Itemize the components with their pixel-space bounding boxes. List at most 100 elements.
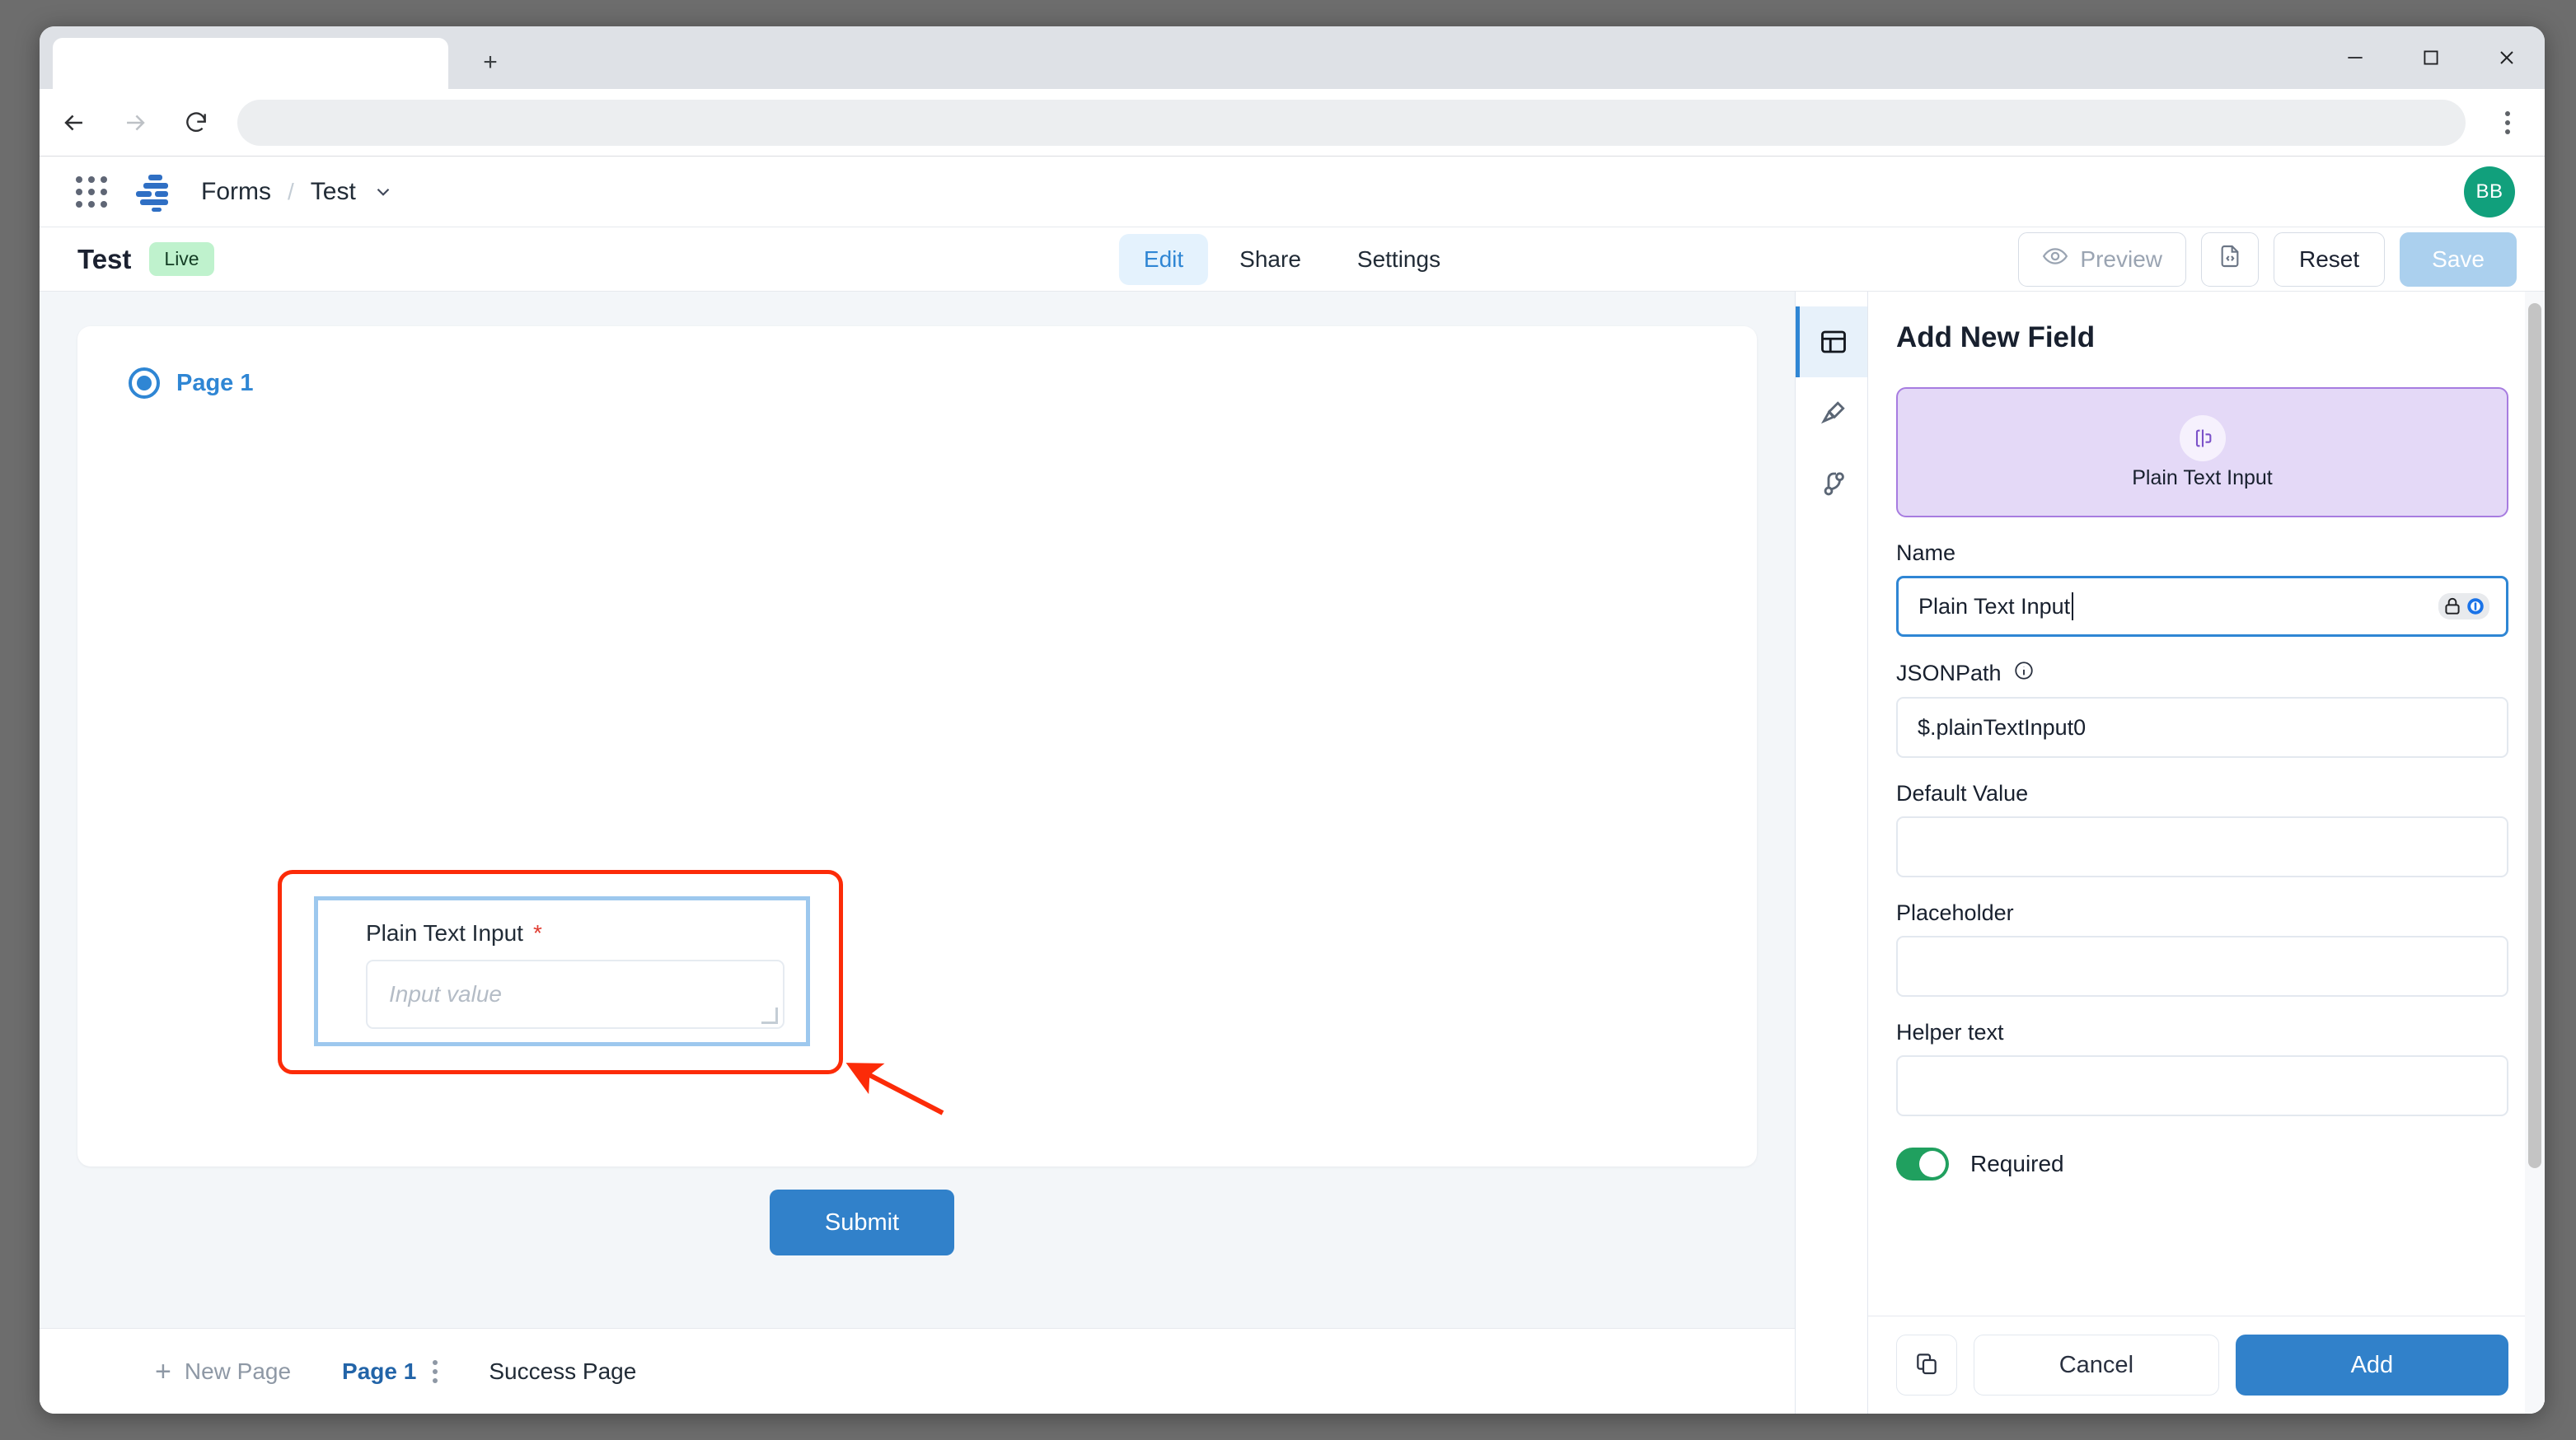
panel-scrollbar-thumb[interactable] [2528,303,2541,1168]
forms-logo-icon[interactable] [130,171,176,213]
plus-icon: + [483,49,498,76]
form-field-label: Plain Text Input * [366,920,542,947]
panel-icon-rail [1796,292,1868,1414]
preview-button[interactable]: Preview [2018,231,2187,287]
lock-icon [2445,597,2460,615]
back-button[interactable] [48,96,101,149]
field-type-card[interactable]: Plain Text Input [1896,387,2508,517]
default-value-input[interactable] [1896,816,2508,877]
name-input-value: Plain Text Input [1918,593,2071,619]
plain-text-input-icon [2179,414,2226,461]
jsonpath-label-text: JSONPath [1896,661,2002,685]
page-header-row[interactable]: Page 1 [77,326,1757,399]
code-file-button[interactable] [2201,231,2260,287]
form-field-label-text: Plain Text Input [366,920,523,946]
rail-item-style[interactable] [1796,377,1867,448]
placeholder-input[interactable] [1896,936,2508,997]
field-type-label: Plain Text Input [2132,465,2273,489]
default-value-label: Default Value [1896,781,2029,806]
code-file-icon [2217,243,2243,275]
name-label: Name [1896,540,1956,565]
preview-label: Preview [2080,245,2163,272]
view-tabs: Edit Share Settings [1118,233,1465,285]
rail-item-layout[interactable] [1796,306,1867,377]
page-tab-success-page[interactable]: Success Page [489,1358,636,1385]
panel-scrollbar-track[interactable] [2525,292,2545,1414]
browser-tab[interactable] [53,38,448,89]
page-options-icon[interactable] [433,1359,438,1383]
plus-icon: + [155,1355,171,1387]
required-toggle[interactable] [1896,1148,1949,1181]
form-canvas-area: Page 1 Plain Text Input * Input value Su… [40,292,1795,1414]
page-radio-icon [129,367,160,399]
panel-footer: Cancel Add [1868,1316,2545,1414]
jsonpath-label: JSONPath [1896,660,2508,687]
browser-tab-strip: + [40,26,2545,89]
browser-window: + Forms / Test BB Test Live Edit Share S… [40,26,2545,1414]
browser-toolbar [40,89,2545,157]
header-actions: Preview Reset Save [2018,231,2517,287]
minimize-button[interactable] [2317,26,2393,89]
maximize-button[interactable] [2393,26,2469,89]
page-title: Test [77,243,132,274]
new-tab-button[interactable]: + [472,44,508,81]
page-label: Page 1 [176,369,254,396]
page-tab-page-1[interactable]: Page 1 [342,1358,416,1385]
status-badge: Live [149,242,214,276]
form-field-plain-text-input[interactable]: Plain Text Input * Input value [314,896,810,1046]
add-button[interactable]: Add [2235,1335,2508,1396]
tab-settings[interactable]: Settings [1332,234,1465,285]
panel-body: Add New Field Plain Text Input Name Plai… [1868,292,2545,1414]
avatar[interactable]: BB [2464,166,2515,217]
tab-share[interactable]: Share [1215,234,1326,285]
placeholder-label: Placeholder [1896,900,2014,925]
breadcrumb-current[interactable]: Test [311,178,356,206]
required-label: Required [1970,1151,2064,1176]
new-page-label: New Page [184,1358,292,1384]
apps-grid-icon[interactable] [73,173,110,211]
forward-button[interactable] [109,96,162,149]
jsonpath-input[interactable]: $.plainTextInput0 [1896,697,2508,758]
resize-grip-icon[interactable] [761,1008,778,1024]
helper-text-input[interactable] [1896,1055,2508,1116]
breadcrumb-forms[interactable]: Forms [201,178,271,206]
desktop-background: + Forms / Test BB Test Live Edit Share S… [0,0,2576,1440]
duplicate-button[interactable] [1896,1335,1957,1396]
field-settings-panel: Add New Field Plain Text Input Name Plai… [1795,292,2545,1414]
reload-button[interactable] [170,96,222,149]
new-page-button[interactable]: + New Page [155,1358,291,1386]
name-input[interactable]: Plain Text Input [1896,576,2508,637]
reset-button[interactable]: Reset [2274,231,2386,287]
close-button[interactable] [2469,26,2545,89]
avatar-initials: BB [2475,180,2503,203]
jsonpath-value: $.plainTextInput0 [1918,714,2087,740]
page-bottom-bar: + New Page Page 1 Success Page [40,1328,1795,1414]
app-header: Forms / Test BB [40,157,2545,227]
text-caret [2072,592,2074,620]
breadcrumb-separator: / [288,178,294,204]
form-preview-card: Page 1 Plain Text Input * Input value Su… [77,326,1757,1255]
submit-button[interactable]: Submit [770,1190,954,1255]
copy-icon [1913,1350,1940,1381]
address-bar[interactable] [237,99,2466,146]
panel-scroll-content: Add New Field Plain Text Input Name Plai… [1868,292,2545,1316]
cancel-button[interactable]: Cancel [1974,1335,2219,1396]
annotation-arrow [845,1063,944,1115]
password-manager-chip[interactable] [2438,593,2489,619]
required-asterisk: * [532,920,542,946]
chevron-down-icon[interactable] [372,181,394,203]
eye-icon [2042,243,2068,275]
form-field-input[interactable]: Input value [366,960,785,1029]
tab-edit[interactable]: Edit [1118,233,1209,285]
workspace: Page 1 Plain Text Input * Input value Su… [40,292,2545,1414]
key-toggle-icon [2467,598,2484,615]
rail-item-logic[interactable] [1796,448,1867,519]
form-canvas-scroll: Page 1 Plain Text Input * Input value Su… [40,292,1795,1328]
helper-text-label: Helper text [1896,1020,2004,1045]
browser-menu-icon[interactable] [2482,97,2533,148]
form-subheader: Test Live Edit Share Settings Preview Re… [40,227,2545,292]
save-button[interactable]: Save [2400,231,2517,287]
required-row: Required [1896,1148,2508,1181]
info-icon[interactable] [2013,660,2035,687]
panel-title: Add New Field [1896,321,2096,353]
